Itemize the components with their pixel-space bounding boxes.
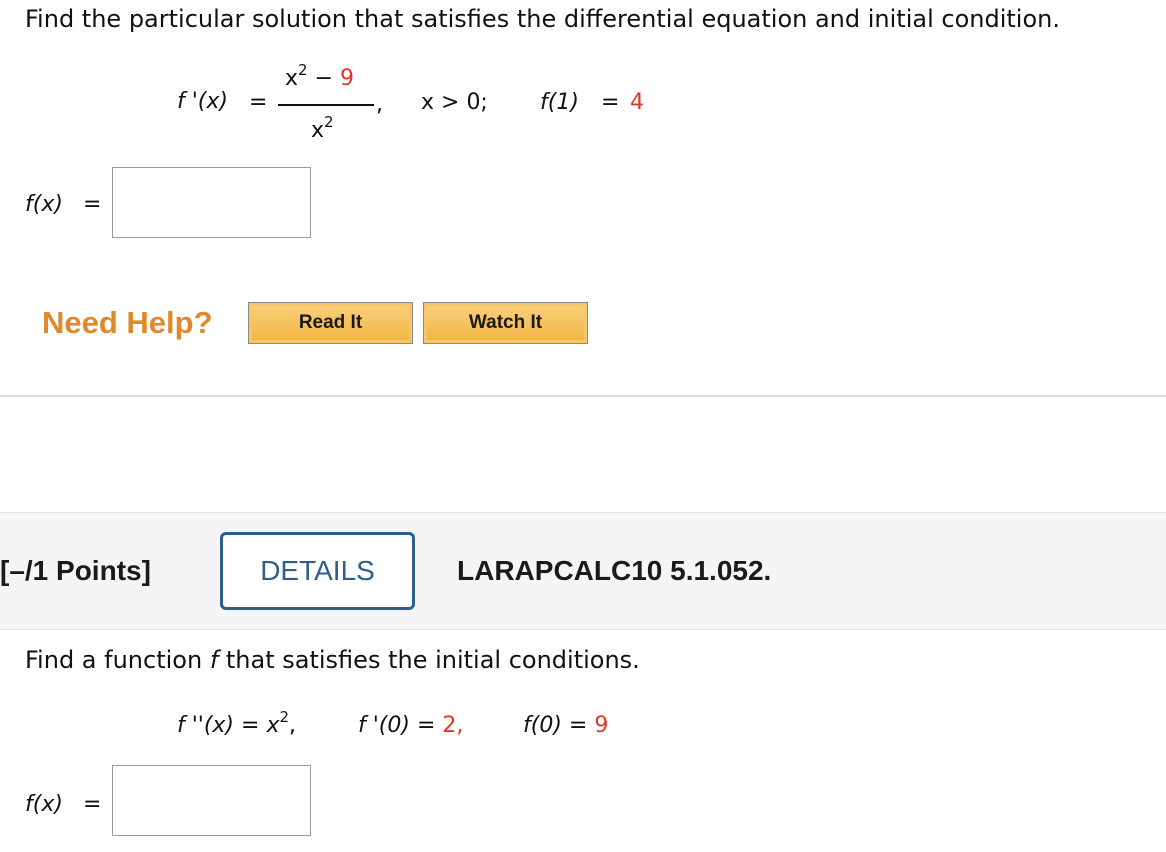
denominator-base: x bbox=[311, 118, 325, 143]
denominator: x2 bbox=[311, 113, 334, 143]
question-2-prompt: Find a function f that satisfies the ini… bbox=[25, 646, 640, 674]
numerator-base: x bbox=[285, 66, 299, 91]
problem-code: LARAPCALC10 5.1.052. bbox=[457, 555, 772, 586]
condition-1: f ''(x) = x2, bbox=[177, 708, 297, 738]
initial-condition-lhs: f(1) bbox=[540, 90, 579, 115]
numerator-exponent: 2 bbox=[298, 61, 308, 79]
first-derivative-condition: f '(0) = bbox=[358, 713, 436, 738]
need-help-label: Need Help? bbox=[42, 305, 213, 340]
answer-label-2: f(x) bbox=[25, 792, 63, 817]
domain-condition: x > 0; bbox=[421, 90, 488, 115]
question-divider bbox=[0, 395, 1166, 397]
details-button[interactable]: DETAILS bbox=[220, 532, 415, 610]
points-label: [–/1 Points] bbox=[0, 555, 151, 586]
initial-condition-value: 4 bbox=[630, 90, 644, 115]
second-derivative-lhs: f ''(x) = x bbox=[177, 713, 280, 738]
numerator-constant: 9 bbox=[340, 66, 355, 91]
equals-sign: = bbox=[249, 90, 268, 115]
prompt-text-b: that satisfies the initial conditions. bbox=[218, 646, 640, 674]
answer-equals-2: = bbox=[83, 792, 102, 817]
first-derivative-value: 2, bbox=[442, 713, 464, 738]
answer-label-1: f(x) bbox=[25, 192, 63, 217]
watch-it-button[interactable]: Watch It bbox=[423, 302, 588, 344]
numerator-minus: − bbox=[314, 66, 334, 91]
initial-condition-equals: = bbox=[601, 90, 620, 115]
answer-input-2[interactable] bbox=[112, 765, 311, 836]
condition-2: f '(0) = 2, bbox=[358, 713, 463, 738]
condition-1-comma: , bbox=[289, 713, 297, 738]
function-condition: f(0) bbox=[523, 713, 562, 738]
answer-input-1[interactable] bbox=[112, 167, 311, 238]
read-it-button[interactable]: Read It bbox=[248, 302, 413, 344]
denominator-exponent: 2 bbox=[324, 113, 334, 131]
function-condition-value: 9 bbox=[594, 713, 609, 738]
prompt-text-a: Find a function bbox=[25, 646, 210, 674]
fraction-bar bbox=[278, 104, 374, 106]
derivative-lhs: f '(x) bbox=[177, 89, 228, 114]
prompt-function-f: f bbox=[209, 646, 219, 674]
answer-equals-1: = bbox=[83, 192, 102, 217]
equation-comma: , bbox=[376, 92, 383, 117]
question-1-prompt: Find the particular solution that satisf… bbox=[25, 5, 1060, 33]
second-derivative-exponent: 2 bbox=[279, 708, 290, 726]
function-condition-equals: = bbox=[568, 713, 588, 738]
numerator: x2 − 9 bbox=[285, 61, 355, 91]
condition-3: f(0) = 9 bbox=[523, 713, 608, 738]
